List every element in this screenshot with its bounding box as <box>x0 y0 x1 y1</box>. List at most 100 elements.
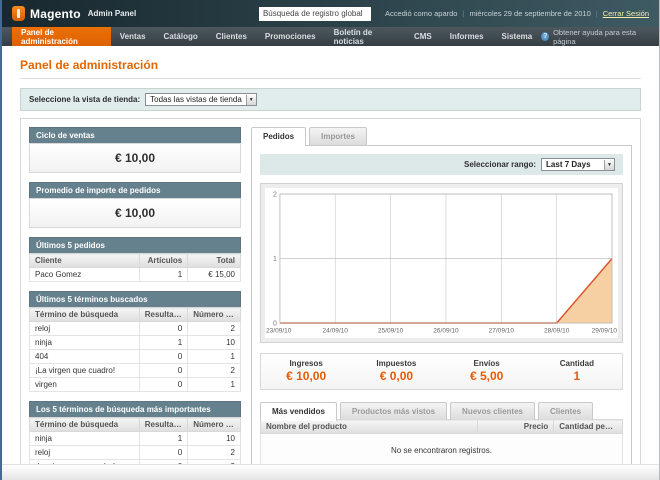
svg-text:29/09/10: 29/09/10 <box>592 327 618 334</box>
svg-text:26/09/10: 26/09/10 <box>433 327 459 334</box>
orders-chart-frame: 01223/09/1024/09/1025/09/1026/09/1027/09… <box>260 183 623 343</box>
svg-text:25/09/10: 25/09/10 <box>378 327 404 334</box>
lifetime-sales-card: Ciclo de ventas € 10,00 <box>29 127 241 173</box>
tab-productos-mas-vistos[interactable]: Productos más vistos <box>340 402 447 420</box>
card-title: Los 5 términos de búsqueda más important… <box>29 401 241 417</box>
nav-item-dashboard[interactable]: Panel de administración <box>12 27 111 46</box>
svg-text:1: 1 <box>273 256 277 263</box>
table-cell: 10 <box>188 336 241 350</box>
range-select[interactable]: Last 7 Days ▼ <box>541 158 615 171</box>
dropdown-arrow-icon: ▼ <box>246 95 256 105</box>
current-date-text: miércoles 29 de septiembre de 2010 <box>469 9 590 18</box>
dashboard-sidebar: Ciclo de ventas € 10,00 Promedio de impo… <box>29 127 241 480</box>
table-cell: 1 <box>139 268 188 282</box>
card-title: Ciclo de ventas <box>29 127 241 143</box>
table-cell: 1 <box>139 336 188 350</box>
svg-text:24/09/10: 24/09/10 <box>323 327 349 334</box>
total-value: € 10,00 <box>261 369 351 383</box>
svg-text:2: 2 <box>273 191 277 198</box>
card-title: Promedio de importe de pedidos <box>29 182 241 198</box>
tab-pedidos[interactable]: Pedidos <box>251 127 306 146</box>
table-cell: 0 <box>139 364 188 378</box>
average-orders-card: Promedio de importe de pedidos € 10,00 <box>29 182 241 228</box>
diagram-panel: Seleccionar rango: Last 7 Days ▼ 01223/0… <box>251 145 632 477</box>
empty-row: No se encontraron registros. <box>261 434 623 468</box>
total-ingresos: Ingresos € 10,00 <box>261 359 351 383</box>
table-row: reloj02 <box>30 322 241 336</box>
nav-item-catalogo[interactable]: Catálogo <box>155 27 207 46</box>
table-row: Paco Gomez1€ 15,00 <box>30 268 241 282</box>
table-cell: Paco Gomez <box>30 268 140 282</box>
last-orders-table: ClienteArtículosTotalPaco Gomez1€ 15,00 <box>29 253 241 282</box>
total-label: Impuestos <box>351 359 441 368</box>
nav-item-sistema[interactable]: Sistema <box>493 27 542 46</box>
column-header: Precio <box>478 420 554 434</box>
table-cell: 1 <box>188 378 241 392</box>
report-tabs: Más vendidos Productos más vistos Nuevos… <box>260 402 623 420</box>
orders-chart: 01223/09/1024/09/1025/09/1026/09/1027/09… <box>265 188 618 338</box>
dashboard-main: Pedidos Importes Seleccionar rango: Last… <box>251 127 632 480</box>
column-header: Número de usos <box>188 418 241 432</box>
separator: | <box>462 9 464 18</box>
nav-item-informes[interactable]: Informes <box>441 27 493 46</box>
table-header-row: Término de búsquedaResultadosNúmero de u… <box>30 418 241 432</box>
table-cell: 2 <box>188 364 241 378</box>
table-cell: ¡La virgen que cuadro! <box>30 364 140 378</box>
column-header: Resultados <box>139 418 188 432</box>
column-header: Resultados <box>139 308 188 322</box>
global-search-input[interactable] <box>259 7 371 21</box>
column-header: Cantidad pedida <box>554 420 623 434</box>
table-cell: virgen <box>30 378 140 392</box>
table-row: ninja110 <box>30 336 241 350</box>
lifetime-sales-value: € 10,00 <box>29 143 241 173</box>
table-cell: 1 <box>139 432 188 446</box>
column-header: Nombre del producto <box>261 420 478 434</box>
table-cell: 404 <box>30 350 140 364</box>
store-view-select[interactable]: Todas las vistas de tienda ▼ <box>145 93 257 106</box>
logo-subtitle: Admin Panel <box>88 9 136 18</box>
table-row: reloj02 <box>30 446 241 460</box>
table-cell: reloj <box>30 446 140 460</box>
column-header: Total <box>188 254 241 268</box>
last-search-terms-table: Término de búsquedaResultadosNúmero de u… <box>29 307 241 392</box>
table-cell: 2 <box>188 446 241 460</box>
magento-logo-icon <box>12 6 25 21</box>
column-header: Artículos <box>139 254 188 268</box>
total-label: Ingresos <box>261 359 351 368</box>
diagram-tabs: Pedidos Importes <box>251 127 632 145</box>
page-footer <box>2 464 659 480</box>
table-cell: 2 <box>188 322 241 336</box>
nav-item-clientes[interactable]: Clientes <box>207 27 256 46</box>
nav-item-promociones[interactable]: Promociones <box>256 27 325 46</box>
page-help-link[interactable]: ? Obtener ayuda para esta página <box>541 27 659 46</box>
table-cell: 10 <box>188 432 241 446</box>
total-cantidad: Cantidad 1 <box>532 359 622 383</box>
no-records-message: No se encontraron registros. <box>261 434 623 468</box>
help-globe-icon: ? <box>541 32 549 41</box>
tab-importes[interactable]: Importes <box>309 127 367 145</box>
logo-name: Magento <box>30 7 81 21</box>
column-header: Cliente <box>30 254 140 268</box>
page-content: Panel de administración Seleccione la vi… <box>2 46 659 480</box>
nav-item-boletin[interactable]: Boletín de noticias <box>325 27 405 46</box>
nav-item-ventas[interactable]: Ventas <box>111 27 155 46</box>
table-cell: 0 <box>139 350 188 364</box>
range-label: Seleccionar rango: <box>464 160 536 169</box>
average-orders-value: € 10,00 <box>29 198 241 228</box>
tab-clientes[interactable]: Clientes <box>538 402 593 420</box>
bestsellers-table: Nombre del productoPrecioCantidad pedida… <box>260 419 623 468</box>
table-header-row: Término de búsquedaResultadosNúmero de u… <box>30 308 241 322</box>
total-value: € 5,00 <box>442 369 532 383</box>
svg-text:27/09/10: 27/09/10 <box>489 327 515 334</box>
logout-link[interactable]: Cerrar Sesión <box>603 9 649 18</box>
total-label: Cantidad <box>532 359 622 368</box>
table-header-row: ClienteArtículosTotal <box>30 254 241 268</box>
nav-item-cms[interactable]: CMS <box>405 27 441 46</box>
table-row: 40401 <box>30 350 241 364</box>
header-user-info: Accedió como apardo | miércoles 29 de se… <box>385 9 649 18</box>
tab-mas-vendidos[interactable]: Más vendidos <box>260 402 337 421</box>
tab-nuevos-clientes[interactable]: Nuevos clientes <box>450 402 535 420</box>
table-row: ninja110 <box>30 432 241 446</box>
range-selected-value: Last 7 Days <box>542 159 604 170</box>
store-view-label: Seleccione la vista de tienda: <box>29 95 140 104</box>
